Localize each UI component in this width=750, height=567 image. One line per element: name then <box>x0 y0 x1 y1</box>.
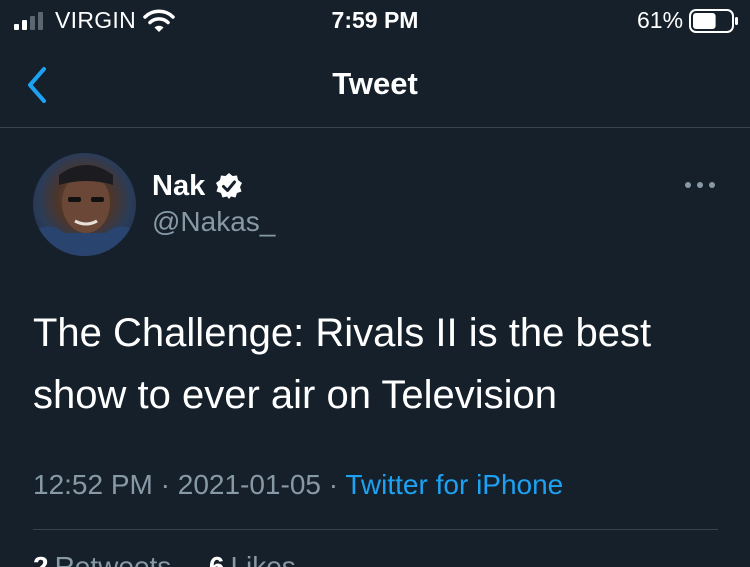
display-name[interactable]: Nak <box>152 170 205 203</box>
tweet-meta: 12:52 PM · 2021-01-05 · Twitter for iPho… <box>33 469 563 501</box>
likes-count: 6 <box>208 551 225 567</box>
avatar[interactable] <box>33 153 136 256</box>
retweets-stat[interactable]: 2 Retweets <box>33 551 171 567</box>
likes-stat[interactable]: 6 Likes <box>209 551 296 567</box>
user-handle[interactable]: @Nakas_ <box>152 206 275 238</box>
status-bar: VIRGIN 7:59 PM 61% <box>0 0 750 42</box>
tweet-source-link[interactable]: Twitter for iPhone <box>345 469 563 500</box>
likes-label: Likes <box>230 551 296 567</box>
retweets-count: 2 <box>33 551 49 567</box>
tweet-date: 2021-01-05 <box>177 469 321 500</box>
meta-separator: · <box>160 469 170 500</box>
tweet-text-line: The Challenge: Rivals II is the best <box>33 311 652 355</box>
more-options-icon[interactable] <box>684 178 716 192</box>
meta-separator: · <box>328 469 339 500</box>
battery-icon <box>689 9 738 33</box>
battery-percent: 61% <box>637 7 684 33</box>
verified-icon <box>216 173 242 199</box>
tweet-text-line: show to ever air on Television <box>33 373 557 417</box>
tweet-time: 12:52 PM <box>33 469 153 500</box>
avatar-photo <box>33 165 136 256</box>
engagement-stats: 2 Retweets 6 Likes <box>33 551 296 567</box>
retweets-label: Retweets <box>54 551 172 567</box>
nav-bar: Tweet <box>0 42 750 128</box>
tweet-text: The Challenge: Rivals II is the best sho… <box>33 302 723 426</box>
divider <box>33 529 718 530</box>
page-title: Tweet <box>332 66 418 101</box>
